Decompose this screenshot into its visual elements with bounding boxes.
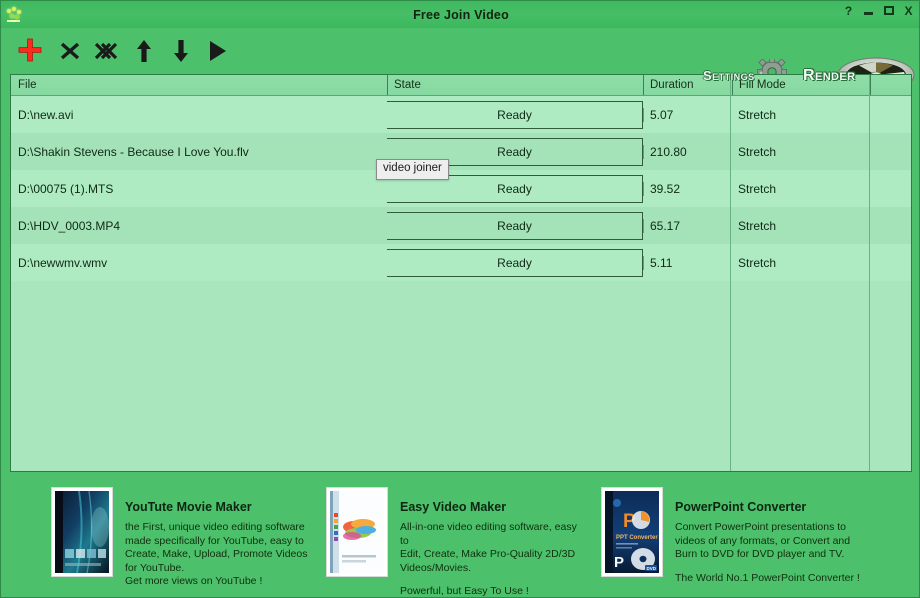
cell-duration: 5.11 <box>643 255 732 270</box>
table-row[interactable]: D:\HDV_0003.MP4 Ready 65.17 Stretch <box>11 207 911 244</box>
product-boxshot <box>51 487 113 577</box>
cell-state: Ready <box>387 248 643 277</box>
help-button[interactable]: ? <box>842 4 855 17</box>
maximize-button[interactable] <box>882 4 895 17</box>
table-row[interactable]: D:\new.avi Ready 5.07 Stretch <box>11 96 911 133</box>
cell-fill-mode: Stretch <box>738 181 777 196</box>
promo-tagline: The World No.1 PowerPoint Converter ! <box>675 571 860 584</box>
window-title: Free Join Video <box>413 7 509 22</box>
close-button[interactable]: X <box>902 4 915 17</box>
cell-fill-mode: Stretch <box>738 255 777 270</box>
free-join-video-window: Free Join Video ? X Settings Render File… <box>0 0 920 598</box>
table-row[interactable]: D:\00075 (1).MTS Ready 39.52 Stretch <box>11 170 911 207</box>
promo-description: the First, unique video editing software… <box>125 521 308 574</box>
state-badge[interactable]: Ready <box>387 248 643 277</box>
promo-title: PowerPoint Converter <box>675 500 807 514</box>
promo-strip: YouTute Movie Maker the First, unique vi… <box>1 479 919 597</box>
tooltip: video joiner <box>376 159 449 180</box>
column-header-state[interactable]: State <box>387 75 643 95</box>
cell-state: Ready <box>387 211 643 240</box>
file-list-rows: D:\new.avi Ready 5.07 Stretch D:\Shakin … <box>11 96 911 281</box>
svg-text:PPT Converter: PPT Converter <box>616 535 658 541</box>
promo-youtube-movie-maker[interactable]: YouTute Movie Maker the First, unique vi… <box>51 487 311 589</box>
file-list-panel: File State Duration Fill Mode D:\new.avi… <box>10 74 912 472</box>
cell-file: D:\Shakin Stevens - Because I Love You.f… <box>18 144 249 159</box>
cell-duration: 65.17 <box>643 218 732 233</box>
svg-text:P: P <box>614 554 624 571</box>
fireworks-icon <box>5 6 23 24</box>
cell-state: Ready <box>387 100 643 129</box>
product-boxshot: P PPT Converter P DVD <box>601 487 663 577</box>
move-up-icon[interactable] <box>127 34 161 68</box>
svg-text:DVD: DVD <box>647 566 657 571</box>
toolbar: Settings Render <box>1 28 919 94</box>
promo-tagline: Powerful, but Easy To Use ! <box>400 585 529 597</box>
settings-label: Settings <box>703 68 755 83</box>
add-file-icon[interactable] <box>13 34 47 68</box>
cell-fill-mode: Stretch <box>738 218 777 233</box>
promo-title: YouTute Movie Maker <box>125 500 252 514</box>
cell-duration: 5.07 <box>643 107 732 122</box>
play-icon[interactable] <box>201 34 235 68</box>
move-down-icon[interactable] <box>164 34 198 68</box>
render-label: Render <box>803 67 856 84</box>
cell-duration: 39.52 <box>643 181 732 196</box>
product-boxshot <box>326 487 388 577</box>
title-bar: Free Join Video ? X <box>1 1 919 28</box>
remove-all-files-icon[interactable] <box>89 34 123 68</box>
column-header-file[interactable]: File <box>11 75 387 95</box>
promo-tagline: Get more views on YouTube ! <box>125 575 263 587</box>
file-list-header: File State Duration Fill Mode <box>11 75 911 96</box>
table-row[interactable]: D:\newwmv.wmv Ready 5.11 Stretch <box>11 244 911 281</box>
promo-easy-video-maker[interactable]: Easy Video Maker All-in-one video editin… <box>326 487 588 597</box>
cell-file: D:\new.avi <box>18 107 74 122</box>
table-row[interactable]: D:\Shakin Stevens - Because I Love You.f… <box>11 133 911 170</box>
cell-file: D:\00075 (1).MTS <box>18 181 114 196</box>
promo-description: All-in-one video editing software, easy … <box>400 521 577 574</box>
cell-fill-mode: Stretch <box>738 144 777 159</box>
cell-file: D:\newwmv.wmv <box>18 255 108 270</box>
cell-fill-mode: Stretch <box>738 107 777 122</box>
cell-duration: 210.80 <box>643 144 732 159</box>
minimize-button[interactable] <box>862 4 875 17</box>
promo-description: Convert PowerPoint presentations to vide… <box>675 521 851 560</box>
state-badge[interactable]: Ready <box>387 211 643 240</box>
window-controls: ? X <box>842 4 915 17</box>
remove-file-icon[interactable] <box>53 34 87 68</box>
column-header-extra[interactable] <box>870 75 911 95</box>
state-badge[interactable]: Ready <box>387 100 643 129</box>
promo-title: Easy Video Maker <box>400 500 507 514</box>
cell-file: D:\HDV_0003.MP4 <box>18 218 121 233</box>
promo-powerpoint-converter[interactable]: P PPT Converter P DVD PowerPoint Convert… <box>601 487 901 585</box>
